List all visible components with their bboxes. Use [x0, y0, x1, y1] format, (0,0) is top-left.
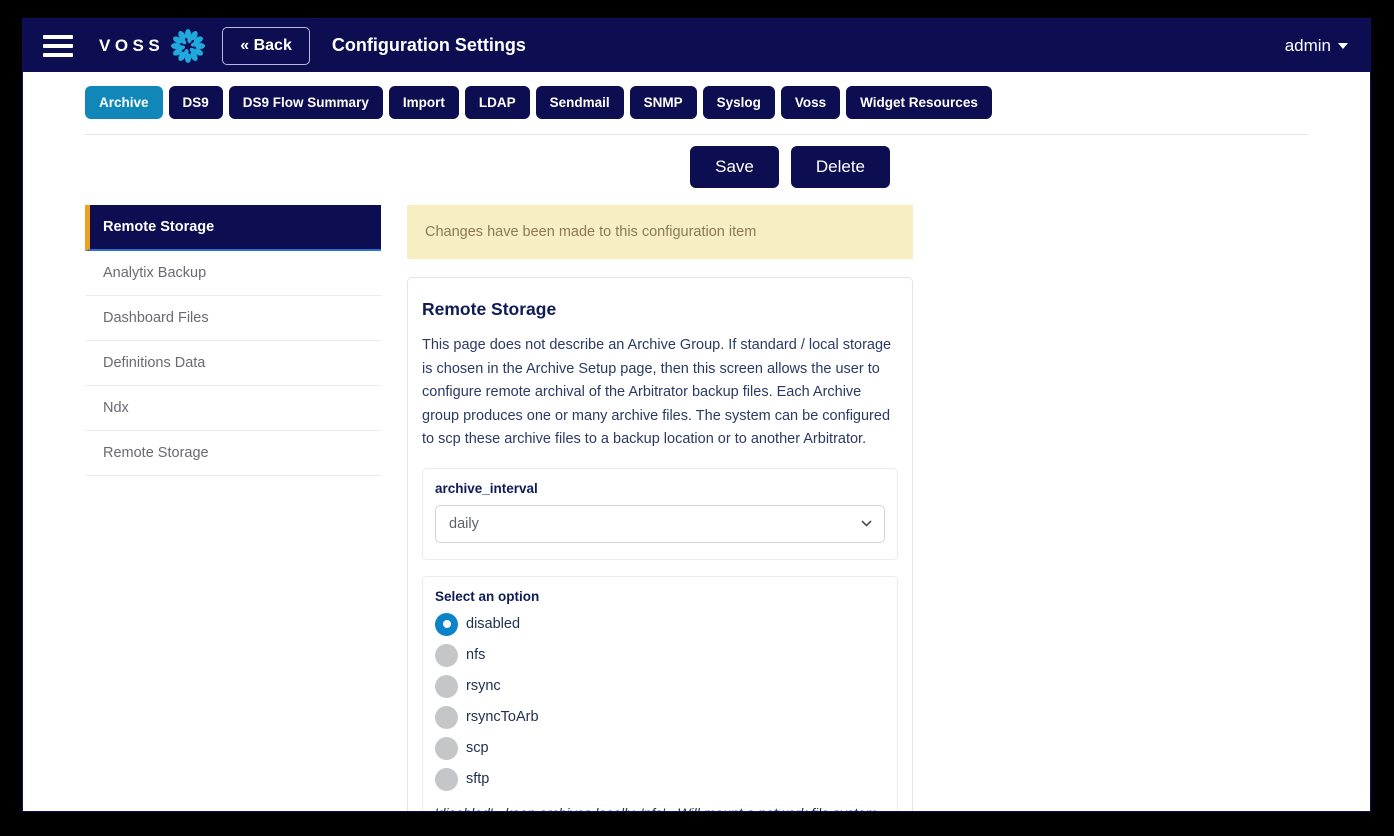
sidebar-item-label: Dashboard Files [103, 310, 209, 326]
user-name-label: admin [1284, 35, 1331, 55]
tab-archive[interactable]: Archive [85, 86, 163, 119]
sidebar-item-analytix-backup[interactable]: Analytix Backup [85, 251, 381, 296]
tab-syslog[interactable]: Syslog [702, 86, 775, 119]
storage-option-field: Select an option disabled nfs rsync rsyn… [422, 575, 898, 812]
radio-label: nfs [466, 647, 486, 663]
tab-snmp[interactable]: SNMP [629, 86, 697, 119]
tab-ldap[interactable]: LDAP [464, 86, 530, 119]
tab-import[interactable]: Import [388, 86, 459, 119]
tab-voss[interactable]: Voss [780, 86, 841, 119]
main-body: Remote Storage Analytix Backup Dashboard… [23, 188, 1370, 812]
radio-option-disabled[interactable]: disabled [435, 612, 885, 636]
sidebar-item-label: Ndx [103, 400, 129, 416]
archive-interval-label: archive_interval [435, 480, 538, 496]
config-tabs: Archive DS9 DS9 Flow Summary Import LDAP… [23, 72, 1370, 119]
page-title: Configuration Settings [331, 35, 526, 55]
sidebar-item-dashboard-files[interactable]: Dashboard Files [85, 296, 381, 341]
select-option-label: Select an option [435, 588, 540, 604]
remote-storage-card: Remote Storage This page does not descri… [407, 277, 913, 812]
save-button[interactable]: Save [690, 146, 779, 188]
config-content: Changes have been made to this configura… [407, 205, 913, 812]
sidebar-item-label: Remote Storage [103, 219, 215, 235]
archive-interval-field: archive_interval daily [422, 467, 898, 560]
option-help-text: 'disabled' - keep archives locally, 'nfs… [435, 805, 885, 812]
radio-option-scp[interactable]: scp [435, 736, 885, 760]
tab-ds9-flow-summary[interactable]: DS9 Flow Summary [228, 86, 383, 119]
tab-widget-resources[interactable]: Widget Resources [846, 86, 992, 119]
radio-icon[interactable] [435, 674, 458, 698]
action-button-group: Save Delete [23, 135, 1370, 188]
radio-icon-selected[interactable] [435, 612, 458, 636]
sidebar-item-label: Remote Storage [103, 445, 209, 461]
radio-icon[interactable] [435, 736, 458, 760]
hamburger-menu-icon[interactable] [43, 34, 73, 57]
card-title: Remote Storage [422, 299, 557, 319]
radio-option-nfs[interactable]: nfs [435, 643, 885, 667]
caret-down-icon [1338, 42, 1348, 49]
sidebar-item-remote-storage[interactable]: Remote Storage [85, 431, 381, 476]
radio-icon[interactable] [435, 705, 458, 729]
radio-label: rsyncToArb [466, 709, 539, 725]
radio-label: disabled [466, 616, 521, 632]
brand-name: VOSS [99, 35, 165, 55]
config-sidebar: Remote Storage Analytix Backup Dashboard… [85, 205, 381, 811]
tab-sendmail[interactable]: Sendmail [535, 86, 624, 119]
sidebar-item-label: Definitions Data [103, 355, 206, 371]
archive-interval-select[interactable]: daily [435, 504, 885, 543]
sidebar-item-label: Analytix Backup [103, 265, 207, 281]
top-header-bar: VOSS « Back Configuration Settings admin [23, 19, 1370, 72]
sidebar-item-remote-storage-active[interactable]: Remote Storage [85, 205, 381, 251]
radio-label: sftp [466, 771, 490, 787]
back-button[interactable]: « Back [222, 26, 310, 65]
radio-label: scp [466, 740, 489, 756]
sidebar-item-definitions-data[interactable]: Definitions Data [85, 341, 381, 386]
delete-button[interactable]: Delete [790, 146, 890, 188]
app-window: VOSS « Back Configuration Settings admin… [22, 18, 1371, 812]
sidebar-item-ndx[interactable]: Ndx [85, 386, 381, 431]
tab-ds9[interactable]: DS9 [168, 86, 223, 119]
radio-option-sftp[interactable]: sftp [435, 767, 885, 791]
user-menu[interactable]: admin [1285, 36, 1348, 56]
voss-starburst-logo-icon [170, 28, 206, 64]
radio-icon[interactable] [435, 767, 458, 791]
card-description: This page does not describe an Archive G… [422, 337, 892, 447]
radio-option-rsync[interactable]: rsync [435, 674, 885, 698]
radio-option-rsynctoarb[interactable]: rsyncToArb [435, 705, 885, 729]
changes-alert-banner: Changes have been made to this configura… [407, 205, 913, 259]
radio-label: rsync [466, 678, 501, 694]
radio-icon[interactable] [435, 643, 458, 667]
